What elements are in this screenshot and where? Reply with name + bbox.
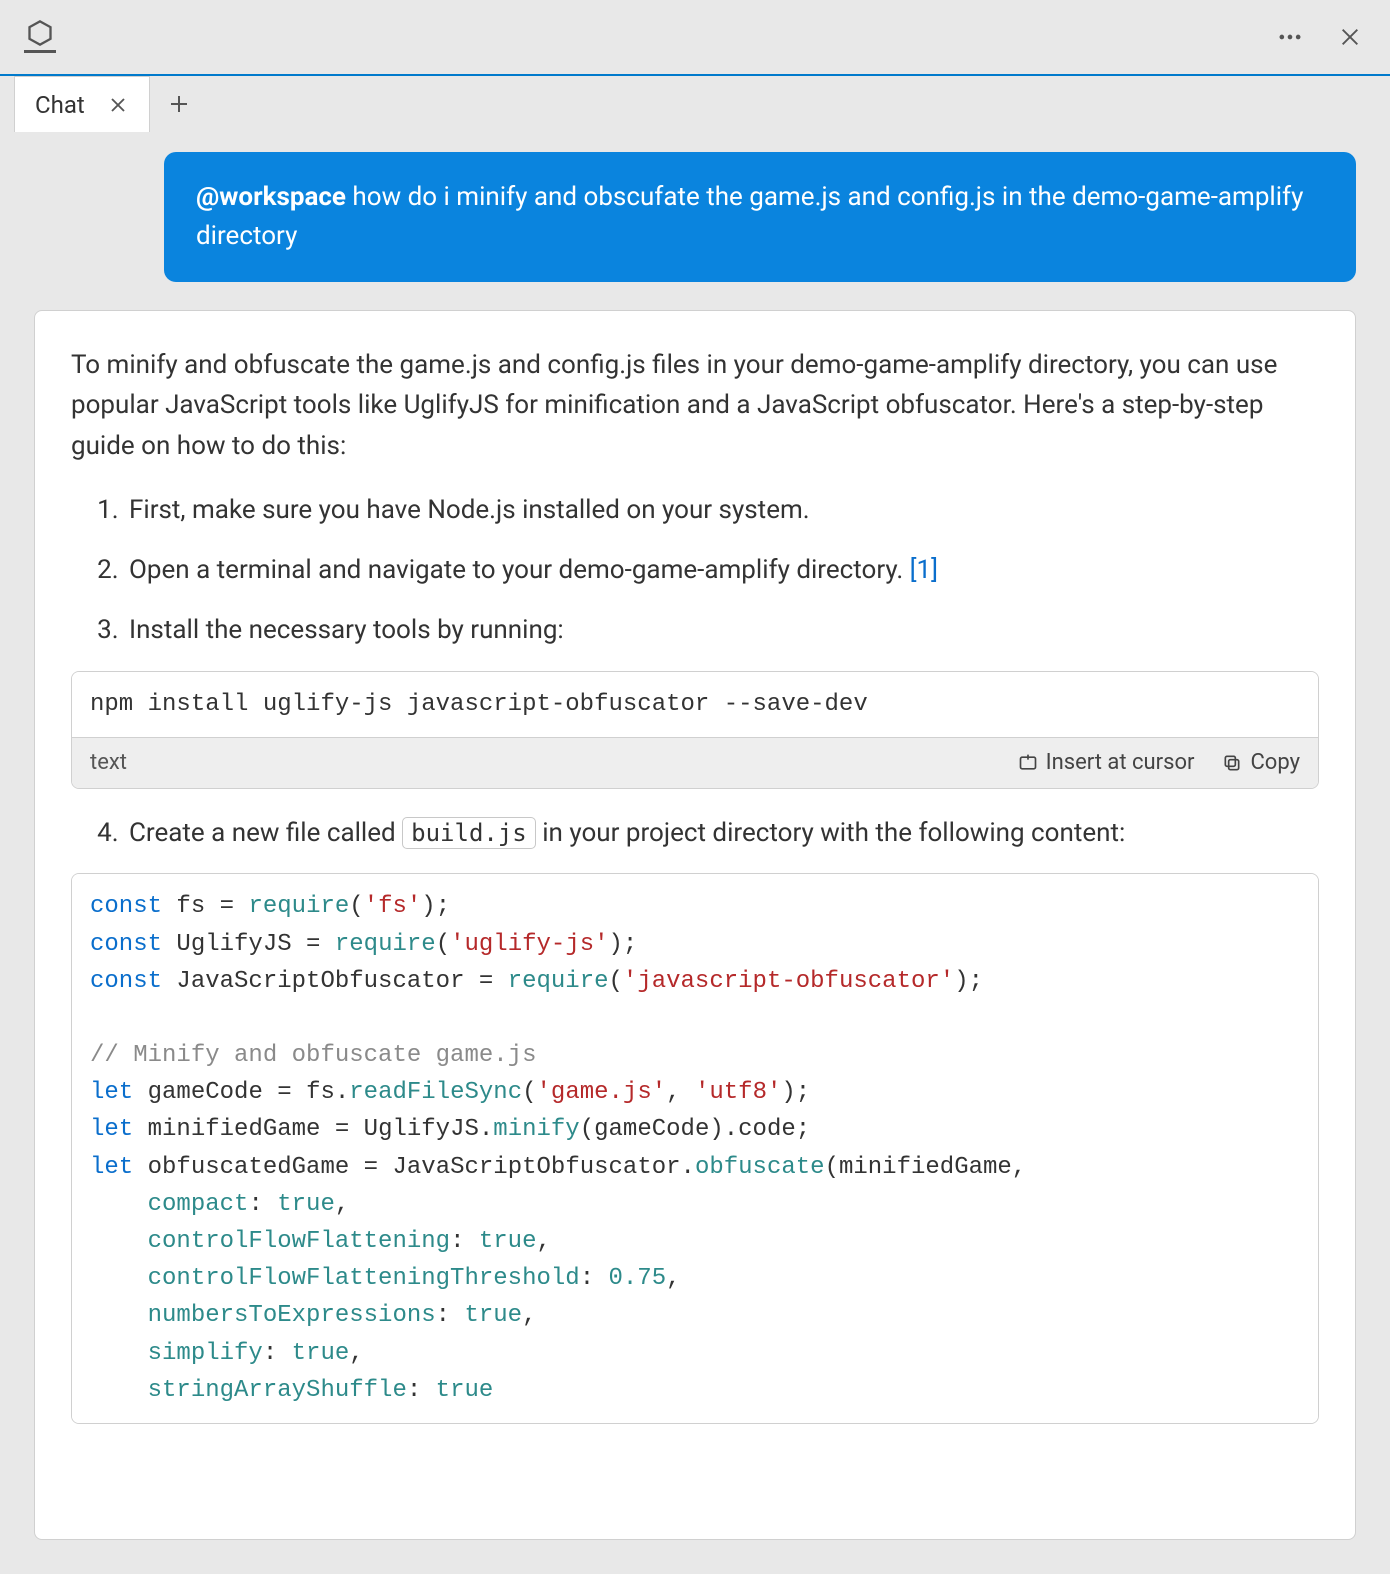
chat-content: @workspace how do i minify and obscufate… (0, 132, 1390, 1574)
steps-list-2: Create a new file called build.js in you… (125, 813, 1319, 853)
insert-label: Insert at cursor (1046, 746, 1195, 780)
app-hexagon-icon[interactable] (24, 21, 56, 53)
step-4-post: in your project directory with the follo… (536, 818, 1126, 848)
workspace-mention: @workspace (196, 182, 346, 212)
inline-code-buildjs: build.js (402, 817, 536, 849)
titlebar (0, 0, 1390, 74)
steps-list: First, make sure you have Node.js instal… (125, 490, 1319, 651)
titlebar-right (1274, 21, 1366, 53)
step-2: Open a terminal and navigate to your dem… (125, 550, 1319, 590)
step-4: Create a new file called build.js in you… (125, 813, 1319, 853)
user-message-text: how do i minify and obscufate the game.j… (196, 182, 1303, 251)
user-message: @workspace how do i minify and obscufate… (164, 152, 1356, 282)
copy-button[interactable]: Copy (1222, 746, 1300, 780)
code-block-install: npm install uglify-js javascript-obfusca… (71, 671, 1319, 789)
code-build-content[interactable]: const fs = require('fs'); const UglifyJS… (72, 874, 1318, 1423)
insert-at-cursor-button[interactable]: Insert at cursor (1018, 746, 1195, 780)
chat-window: Chat @workspace how do i minify and obsc… (0, 0, 1390, 1574)
step-4-pre: Create a new file called (129, 818, 402, 848)
assistant-message: To minify and obfuscate the game.js and … (34, 310, 1356, 1540)
step-2-text: Open a terminal and navigate to your dem… (129, 555, 910, 585)
copy-label: Copy (1250, 746, 1300, 780)
step-3: Install the necessary tools by running: (125, 610, 1319, 650)
titlebar-left (24, 21, 56, 53)
close-window-icon[interactable] (1334, 21, 1366, 53)
tab-chat[interactable]: Chat (14, 76, 150, 132)
step-1: First, make sure you have Node.js instal… (125, 490, 1319, 530)
citation-link-1[interactable]: [1] (910, 555, 938, 585)
tab-label: Chat (35, 91, 85, 119)
code-toolbar: text Insert at cursor Copy (72, 737, 1318, 788)
tab-close-icon[interactable] (107, 94, 129, 116)
assistant-intro: To minify and obfuscate the game.js and … (71, 345, 1319, 466)
more-icon[interactable] (1274, 21, 1306, 53)
code-block-build: const fs = require('fs'); const UglifyJS… (71, 873, 1319, 1424)
tabbar: Chat (0, 74, 1390, 132)
code-lang-label: text (90, 746, 127, 780)
code-install-content[interactable]: npm install uglify-js javascript-obfusca… (72, 672, 1318, 737)
new-tab-button[interactable] (150, 76, 208, 132)
